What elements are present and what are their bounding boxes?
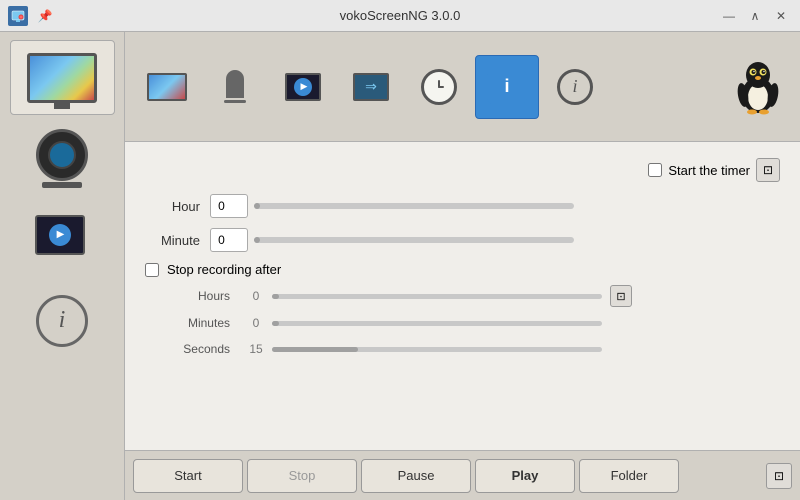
stop-seconds-slider-track: [272, 347, 602, 352]
main-window: ▶ i: [0, 32, 800, 500]
stop-recording-label: Stop recording after: [167, 262, 281, 277]
start-timer-checkbox[interactable]: [648, 163, 662, 177]
webcam-stand: [42, 182, 82, 188]
start-timer-label: Start the timer: [668, 163, 750, 178]
close-button[interactable]: ✕: [770, 5, 792, 27]
minute-row: Minute 0: [145, 228, 780, 252]
titlebar: 📌 vokoScreenNG 3.0.0 — ∧ ✕: [0, 0, 800, 32]
minute-label: Minute: [145, 233, 210, 248]
stop-recording-checkbox[interactable]: [145, 263, 159, 277]
sidebar: ▶ i: [0, 32, 125, 500]
sidebar-item-webcam[interactable]: [10, 121, 115, 196]
start-button[interactable]: Start: [133, 459, 243, 493]
stop-minutes-slider-track: [272, 321, 602, 326]
bottom-bar: Start Stop Pause Play Folder ⊡: [125, 450, 800, 500]
hour-label: Hour: [145, 199, 210, 214]
timer-form: Start the timer ⊡ Hour 0 Minute 0: [125, 142, 800, 450]
bottom-expand-button[interactable]: ⊡: [766, 463, 792, 489]
sidebar-item-screen[interactable]: [10, 40, 115, 115]
hour-slider-fill: [254, 203, 260, 209]
monitor-icon: [147, 73, 187, 101]
content-area: ▶ ⇒ i: [125, 32, 800, 500]
stop-checkbox-row: Stop recording after: [145, 262, 780, 277]
info-icon-large: i: [36, 295, 88, 347]
hour-slider-track: [254, 203, 574, 209]
mic-icon: [226, 70, 244, 98]
sidebar-item-about[interactable]: i: [10, 283, 115, 358]
stop-hours-label: Hours: [165, 289, 240, 303]
timer-start-row: Start the timer ⊡: [145, 158, 780, 182]
tab-timer[interactable]: [407, 55, 471, 119]
minute-slider-track: [254, 237, 574, 243]
pin-button[interactable]: 📌: [34, 5, 56, 27]
info-bubble-icon: i: [487, 69, 527, 105]
stop-minutes-label: Minutes: [165, 316, 240, 330]
hour-row: Hour 0: [145, 194, 780, 218]
pause-button[interactable]: Pause: [361, 459, 471, 493]
tab-screen[interactable]: [135, 55, 199, 119]
stop-minutes-slider-fill: [272, 321, 279, 326]
folder-button[interactable]: Folder: [579, 459, 679, 493]
timer-expand-button[interactable]: ⊡: [756, 158, 780, 182]
tab-audio[interactable]: [203, 55, 267, 119]
tab-record[interactable]: ▶: [271, 55, 335, 119]
stream-icon: ⇒: [353, 73, 389, 101]
stop-sliders: Hours ⊡ Minutes: [145, 285, 780, 359]
stop-button[interactable]: Stop: [247, 459, 357, 493]
tab-stream[interactable]: ⇒: [339, 55, 403, 119]
titlebar-left: 📌: [8, 5, 56, 27]
stop-hours-row: Hours ⊡: [165, 285, 780, 307]
stop-expand-button[interactable]: ⊡: [610, 285, 632, 307]
toolbar: ▶ ⇒ i: [125, 32, 800, 142]
tab-about[interactable]: i: [543, 55, 607, 119]
stop-hours-slider-fill: [272, 294, 279, 299]
minimize-button[interactable]: —: [718, 5, 740, 27]
sidebar-item-player[interactable]: ▶: [10, 202, 115, 277]
window-title: vokoScreenNG 3.0.0: [340, 8, 461, 23]
stop-hours-slider-track: [272, 294, 602, 299]
linux-button[interactable]: [726, 55, 790, 119]
minute-slider-fill: [254, 237, 260, 243]
minute-input[interactable]: 0: [210, 228, 248, 252]
app-icon: [8, 6, 28, 26]
stop-seconds-input[interactable]: [240, 339, 272, 359]
tab-info-bubble[interactable]: i: [475, 55, 539, 119]
stop-recording-section: Stop recording after Hours ⊡ Minutes: [145, 262, 780, 359]
maximize-button[interactable]: ∧: [744, 5, 766, 27]
stop-seconds-row: Seconds: [165, 339, 780, 359]
screen-icon: [27, 53, 97, 103]
webcam-lens: [48, 141, 76, 169]
play-button[interactable]: Play: [475, 459, 575, 493]
hour-input[interactable]: 0: [210, 194, 248, 218]
about-icon: i: [557, 69, 593, 105]
stop-seconds-slider-fill: [272, 347, 358, 352]
record-icon: ▶: [285, 73, 321, 101]
stop-seconds-label: Seconds: [165, 342, 240, 356]
window-controls: — ∧ ✕: [718, 5, 792, 27]
webcam-icon: [36, 129, 88, 181]
stop-hours-input[interactable]: [240, 286, 272, 306]
stop-minutes-row: Minutes: [165, 313, 780, 333]
stop-minutes-input[interactable]: [240, 313, 272, 333]
clock-icon: [421, 69, 457, 105]
